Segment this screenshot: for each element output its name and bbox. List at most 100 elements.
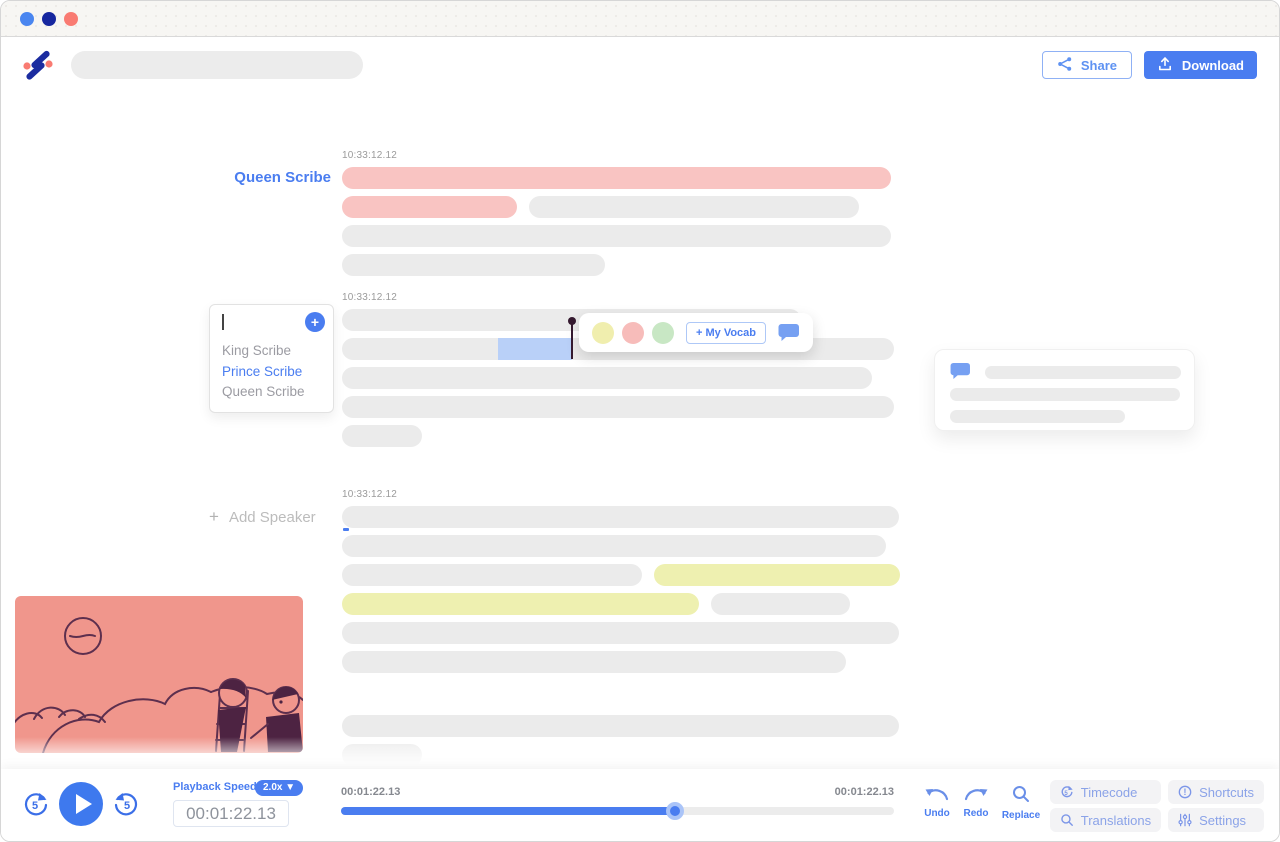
transcript-line xyxy=(342,254,902,276)
speaker-name-input[interactable]: + xyxy=(217,311,326,336)
highlight-pink-button[interactable] xyxy=(622,321,644,344)
replace-button[interactable]: Replace xyxy=(998,784,1044,821)
traffic-light-blue-icon[interactable] xyxy=(20,12,34,26)
share-button[interactable]: Share xyxy=(1041,51,1132,79)
app-logo-icon xyxy=(22,48,54,87)
speaker-dropdown: + King Scribe Prince Scribe Queen Scribe xyxy=(209,304,334,413)
traffic-light-red-icon[interactable] xyxy=(64,12,78,26)
timestamp[interactable]: 10:33:12.12 xyxy=(342,489,902,502)
window-titlebar[interactable] xyxy=(1,1,1279,37)
text-cursor xyxy=(222,314,224,330)
add-speaker-label: Add Speaker xyxy=(228,508,316,526)
text-placeholder-bar[interactable] xyxy=(342,425,422,447)
text-placeholder-bar[interactable] xyxy=(342,506,899,528)
text-placeholder-bar[interactable] xyxy=(342,564,642,586)
undo-icon xyxy=(925,789,949,801)
transcript-line xyxy=(342,396,902,418)
timestamp[interactable]: 10:33:12.12 xyxy=(342,150,902,163)
redo-button[interactable]: Redo xyxy=(953,784,999,819)
transcript-line xyxy=(342,367,902,389)
svg-text:!: ! xyxy=(1184,787,1187,797)
comment-text-placeholder xyxy=(985,366,1181,379)
transcript-line xyxy=(342,564,902,586)
translations-button[interactable]: Translations xyxy=(1049,808,1162,832)
player-options: 5 Timecode ! Shortcuts Translations Sett… xyxy=(1049,780,1264,832)
transcript-line xyxy=(342,225,902,247)
traffic-light-navy-icon[interactable] xyxy=(42,12,56,26)
svg-text:5: 5 xyxy=(1064,790,1068,797)
playback-speed-selector[interactable]: 2.0x ▼ xyxy=(255,780,304,796)
skip-forward-5-button[interactable]: 5 xyxy=(112,790,140,818)
text-placeholder-bar[interactable] xyxy=(711,593,850,615)
player-bar: 5 5 Playback Speed 2.0x ▼ 00:01:22.13 00… xyxy=(1,769,1279,841)
app-header: Share Download xyxy=(1,38,1279,91)
text-placeholder-bar[interactable] xyxy=(529,196,859,218)
comment-icon xyxy=(950,362,971,385)
my-vocab-button[interactable]: + My Vocab xyxy=(686,321,767,344)
transcript-line xyxy=(342,196,902,218)
highlight-green-button[interactable] xyxy=(652,321,674,344)
video-thumbnail[interactable] xyxy=(15,596,303,753)
text-placeholder-bar[interactable] xyxy=(342,367,872,389)
text-placeholder-bar[interactable] xyxy=(342,535,886,557)
highlight-yellow-button[interactable] xyxy=(592,321,614,344)
text-placeholder-bar[interactable] xyxy=(342,622,899,644)
text-placeholder-bar[interactable] xyxy=(342,651,846,673)
transcript-line xyxy=(342,535,902,557)
text-placeholder-bar[interactable] xyxy=(342,396,894,418)
translations-search-icon xyxy=(1060,814,1073,826)
text-placeholder-bar[interactable] xyxy=(342,225,891,247)
highlighted-text-yellow[interactable] xyxy=(342,593,699,615)
total-time: 00:01:22.13 xyxy=(834,786,894,798)
transcript-line xyxy=(342,425,902,447)
highlighted-text-yellow[interactable] xyxy=(654,564,900,586)
transcript-line xyxy=(342,744,902,766)
text-placeholder-bar[interactable] xyxy=(342,715,899,737)
progress-handle[interactable] xyxy=(666,802,684,820)
redo-icon xyxy=(964,789,988,801)
app-window: Share Download Queen Scribe + King Scrib… xyxy=(0,0,1280,842)
svg-text:5: 5 xyxy=(124,800,130,812)
highlighted-text-pink[interactable] xyxy=(342,196,517,218)
transcript-line xyxy=(342,622,902,644)
comment-text-placeholder xyxy=(950,388,1180,401)
play-button[interactable] xyxy=(59,782,103,826)
transcript-line xyxy=(342,651,902,673)
plus-icon: + xyxy=(209,507,219,526)
timestamp[interactable]: 10:33:12.12 xyxy=(342,292,902,305)
text-placeholder-bar[interactable] xyxy=(342,254,605,276)
speaker-option-prince[interactable]: Prince Scribe xyxy=(210,362,333,383)
settings-button[interactable]: Settings xyxy=(1168,808,1264,832)
download-icon xyxy=(1157,56,1173,75)
comment-card[interactable] xyxy=(934,349,1195,431)
speaker-option-king[interactable]: King Scribe xyxy=(210,341,333,362)
transcript-line xyxy=(342,167,902,189)
playhead-cursor[interactable] xyxy=(568,317,576,359)
skip-back-5-button[interactable]: 5 xyxy=(22,790,50,818)
playback-speed-label: Playback Speed xyxy=(173,781,257,793)
settings-sliders-icon xyxy=(1178,813,1192,827)
speaker-label[interactable]: Queen Scribe xyxy=(61,169,331,186)
add-speaker-confirm-button[interactable]: + xyxy=(305,312,325,332)
highlighted-text-pink[interactable] xyxy=(342,167,891,189)
transcript-area: Queen Scribe + King Scribe Prince Scribe… xyxy=(1,91,1279,771)
share-icon xyxy=(1057,56,1073,75)
download-button[interactable]: Download xyxy=(1143,51,1257,79)
timecode-button[interactable]: 5 Timecode xyxy=(1049,780,1162,804)
highlight-color-dots xyxy=(592,321,674,344)
transcript-lines xyxy=(342,506,902,766)
shortcuts-button[interactable]: ! Shortcuts xyxy=(1168,780,1264,804)
add-speaker-button[interactable]: + Add Speaker xyxy=(209,507,316,527)
transcript-block-1: 10:33:12.12 xyxy=(342,150,902,283)
text-selection xyxy=(498,338,572,360)
download-button-label: Download xyxy=(1181,57,1244,73)
text-placeholder-bar[interactable] xyxy=(342,744,422,766)
add-comment-icon[interactable] xyxy=(778,323,800,342)
svg-text:5: 5 xyxy=(32,800,38,812)
progress-track[interactable] xyxy=(341,802,894,820)
timecode-input[interactable] xyxy=(173,800,289,827)
speaker-option-queen[interactable]: Queen Scribe xyxy=(210,382,333,403)
timecode-icon: 5 xyxy=(1061,785,1073,798)
transcript-lines xyxy=(342,167,902,276)
document-title-placeholder[interactable] xyxy=(71,51,363,79)
